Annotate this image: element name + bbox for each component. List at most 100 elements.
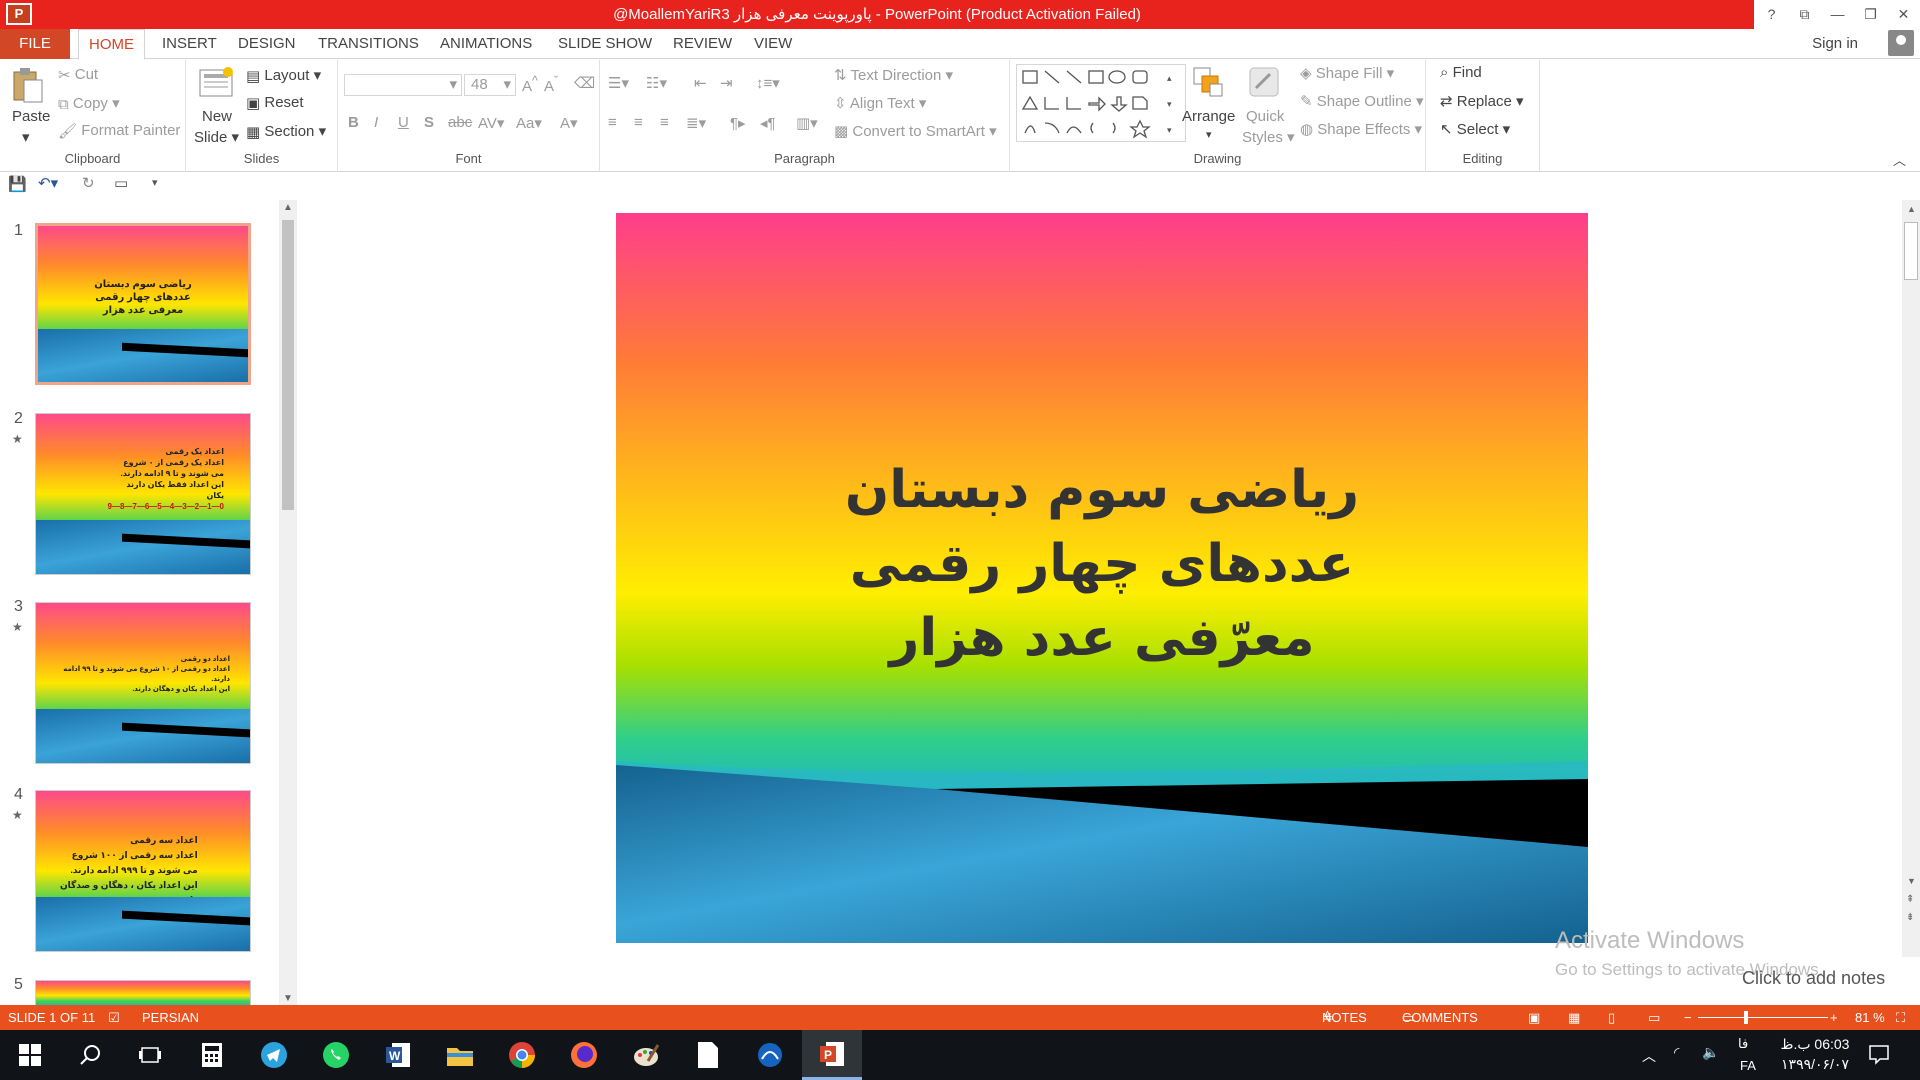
slide-scrollbar-thumb[interactable]: [1904, 222, 1918, 280]
section-button[interactable]: ▦ Section ▾: [246, 122, 326, 141]
normal-view-icon[interactable]: ▣: [1528, 1005, 1540, 1030]
zoom-slider-thumb[interactable]: [1744, 1011, 1748, 1024]
decrease-font-size-icon[interactable]: Aˇ: [544, 74, 558, 95]
reading-view-icon[interactable]: ▯: [1608, 1005, 1615, 1030]
show-hidden-icons-chevron-icon[interactable]: ︿: [1642, 1046, 1656, 1080]
save-icon[interactable]: 💾: [8, 175, 27, 193]
font-name-combobox[interactable]: ▾: [344, 74, 462, 96]
tab-insert[interactable]: INSERT: [162, 29, 217, 59]
shape-outline-button[interactable]: ✎ Shape Outline ▾: [1300, 92, 1424, 110]
shape-fill-button[interactable]: ◈ Shape Fill ▾: [1300, 64, 1394, 82]
fit-slide-icon[interactable]: ⛶: [1896, 1005, 1905, 1030]
current-slide[interactable]: ریاضی سوم دبستان عددهای چهار رقمی معرّفی…: [616, 213, 1588, 943]
scroll-down-arrow-icon[interactable]: ▼: [1907, 876, 1916, 886]
thumbnail-scrollbar-thumb[interactable]: [282, 220, 294, 510]
tab-design[interactable]: DESIGN: [238, 29, 296, 59]
decrease-indent-icon[interactable]: ⇤: [694, 74, 707, 92]
format-painter-button[interactable]: 🖌 Format Painter: [58, 122, 180, 140]
zoom-in-icon[interactable]: +: [1830, 1005, 1838, 1030]
start-from-beginning-icon[interactable]: ▭: [114, 174, 128, 192]
restore-button[interactable]: ❐: [1854, 0, 1887, 29]
shapes-gallery[interactable]: ▴ ▾ ▾: [1016, 64, 1186, 142]
find-button[interactable]: ⌕ Find: [1440, 64, 1482, 81]
new-slide-dropdown[interactable]: Slide ▾: [194, 128, 239, 146]
align-left-icon[interactable]: ≡: [608, 114, 617, 131]
replace-button[interactable]: ⇄ Replace ▾: [1440, 92, 1524, 110]
right-to-left-icon[interactable]: ◂¶: [760, 114, 776, 132]
slide-thumbnail-4[interactable]: اعداد سه رقمی اعداد سه رقمی از ۱۰۰ شروع …: [35, 790, 251, 952]
customize-qat-chevron-icon[interactable]: ▾: [152, 176, 158, 189]
italic-icon[interactable]: I: [374, 114, 378, 131]
paint-icon[interactable]: [616, 1030, 676, 1080]
action-center-icon[interactable]: [1868, 1043, 1890, 1080]
tab-slide-show[interactable]: SLIDE SHOW: [558, 29, 652, 59]
columns-icon[interactable]: ▥▾: [796, 114, 818, 132]
slide-thumbnail-1[interactable]: ریاضی سوم دبستان عددهای چهار رقمی معرفی …: [35, 223, 251, 385]
increase-font-size-icon[interactable]: A^: [522, 74, 538, 95]
notes-placeholder[interactable]: Click to add notes: [1742, 968, 1885, 989]
tab-file[interactable]: FILE: [0, 29, 70, 59]
strikethrough-icon[interactable]: abc: [448, 114, 472, 131]
whatsapp-icon[interactable]: [306, 1030, 366, 1080]
file-explorer-icon[interactable]: [430, 1030, 490, 1080]
vpn-app-icon[interactable]: [740, 1030, 800, 1080]
powerpoint-taskbar-icon[interactable]: P: [802, 1030, 862, 1080]
scroll-down-arrow-icon[interactable]: ▼: [283, 993, 293, 1004]
sign-in-link[interactable]: Sign in: [1812, 35, 1858, 52]
paste-dropdown-chevron-icon[interactable]: ▾: [22, 128, 30, 146]
slide-show-view-icon[interactable]: ▭: [1648, 1005, 1660, 1030]
zoom-slider-track[interactable]: [1698, 1017, 1828, 1018]
telegram-icon[interactable]: [244, 1030, 304, 1080]
increase-indent-icon[interactable]: ⇥: [720, 74, 733, 92]
volume-icon[interactable]: 🔈: [1702, 1044, 1719, 1080]
layout-button[interactable]: ▤ Layout ▾: [246, 66, 321, 85]
next-slide-icon[interactable]: ⇟: [1906, 912, 1914, 923]
start-button[interactable]: [0, 1030, 60, 1080]
firefox-icon[interactable]: [554, 1030, 614, 1080]
scroll-up-arrow-icon[interactable]: ▲: [283, 202, 293, 213]
close-button[interactable]: ✕: [1887, 0, 1920, 29]
search-icon[interactable]: [60, 1030, 120, 1080]
cut-button[interactable]: ✂ Cut: [58, 66, 98, 84]
convert-to-smartart-button[interactable]: ▩ Convert to SmartArt ▾: [834, 122, 997, 140]
arrange-chevron-icon[interactable]: ▾: [1206, 128, 1212, 141]
line-spacing-icon[interactable]: ↕≡▾: [756, 74, 780, 92]
select-button[interactable]: ↖ Select ▾: [1440, 120, 1510, 138]
font-size-combobox[interactable]: 48 ▾: [464, 74, 516, 96]
arrange-button[interactable]: Arrange: [1182, 108, 1235, 125]
word-icon[interactable]: W: [368, 1030, 428, 1080]
justify-icon[interactable]: ≣▾: [686, 114, 706, 132]
undo-icon[interactable]: ↶▾: [38, 174, 58, 192]
font-color-icon[interactable]: A▾: [560, 114, 578, 132]
help-button[interactable]: ?: [1755, 0, 1788, 29]
numbering-icon[interactable]: ☷▾: [646, 74, 667, 92]
user-avatar-icon[interactable]: [1888, 30, 1914, 56]
slide-scrollbar[interactable]: ▲ ▼ ⇞ ⇟: [1902, 200, 1920, 957]
shape-effects-button[interactable]: ◍ Shape Effects ▾: [1300, 120, 1422, 138]
scroll-up-arrow-icon[interactable]: ▲: [1907, 204, 1916, 214]
redo-icon[interactable]: ↻: [82, 174, 95, 192]
bullets-icon[interactable]: ☰▾: [608, 74, 629, 92]
quick-styles-button[interactable]: Quick: [1246, 108, 1284, 125]
align-text-button[interactable]: ⇳ Align Text ▾: [834, 94, 926, 112]
zoom-level[interactable]: 81 %: [1855, 1005, 1885, 1030]
underline-icon[interactable]: U: [398, 114, 409, 131]
align-center-icon[interactable]: ≡: [634, 114, 643, 131]
notepad-document-icon[interactable]: [678, 1030, 738, 1080]
language-indicator[interactable]: PERSIAN: [142, 1005, 199, 1030]
character-spacing-icon[interactable]: AV▾: [478, 114, 504, 132]
zoom-out-icon[interactable]: −: [1684, 1005, 1692, 1030]
slide-sorter-view-icon[interactable]: ▦: [1568, 1005, 1580, 1030]
calculator-icon[interactable]: [182, 1030, 242, 1080]
paste-button[interactable]: Paste: [12, 108, 50, 125]
text-direction-button[interactable]: ⇅ Text Direction ▾: [834, 66, 953, 84]
clock-date[interactable]: ۱۳۹۹/۰۶/۰۷: [1776, 1056, 1854, 1080]
ribbon-display-options-button[interactable]: ⧉: [1788, 0, 1821, 29]
wifi-icon[interactable]: ◜: [1674, 1044, 1679, 1080]
tab-home[interactable]: HOME: [78, 29, 145, 60]
left-to-right-icon[interactable]: ¶▸: [730, 114, 746, 132]
text-shadow-icon[interactable]: S: [424, 114, 434, 131]
chrome-icon[interactable]: [492, 1030, 552, 1080]
task-view-icon[interactable]: [120, 1030, 180, 1080]
clear-formatting-icon[interactable]: ⌫: [574, 74, 595, 92]
